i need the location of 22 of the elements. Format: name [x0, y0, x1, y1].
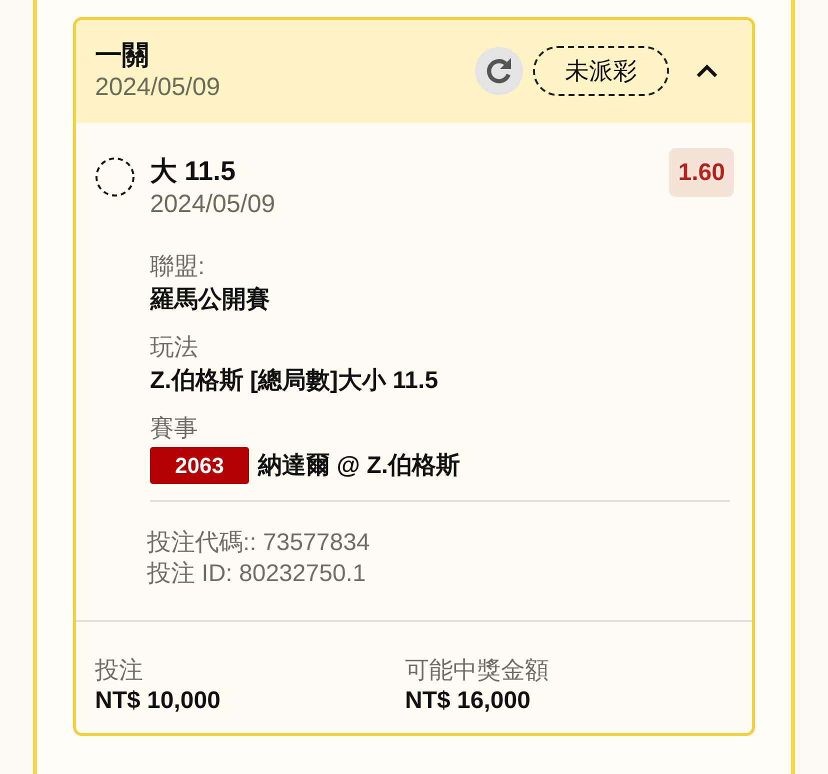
detail-value: 羅馬公開賽: [150, 285, 271, 315]
selection-name: 大 11.5: [150, 155, 237, 188]
detail-label: 玩法: [150, 333, 199, 363]
status-pill: 未派彩: [533, 46, 669, 96]
detail-label: 聯盟:: [150, 252, 206, 282]
detail-label: 賽事: [150, 414, 199, 444]
total-label: 可能中獎金額: [405, 656, 550, 686]
pending-status-icon: [95, 157, 135, 197]
bet-reference: 投注 ID: 80232750.1: [147, 559, 367, 589]
detail-value: 納達爾 @ Z.伯格斯: [258, 451, 460, 481]
bet-date: 2024/05/09: [95, 72, 222, 102]
total-amount: NT$ 10,000: [95, 686, 222, 716]
refresh-icon[interactable]: [475, 46, 523, 94]
odds-badge: 1.60: [669, 148, 734, 197]
total-label: 投注: [95, 656, 144, 686]
bet-type-title: 一關: [95, 38, 150, 70]
detail-value: Z.伯格斯 [總局數]大小 11.5: [150, 366, 440, 396]
bet-reference: 投注代碼:: 73577834: [147, 528, 371, 558]
selection-date: 2024/05/09: [150, 189, 276, 220]
event-number-badge: 2063: [150, 447, 249, 484]
total-amount: NT$ 16,000: [405, 686, 532, 716]
chevron-up-icon[interactable]: [695, 62, 719, 78]
